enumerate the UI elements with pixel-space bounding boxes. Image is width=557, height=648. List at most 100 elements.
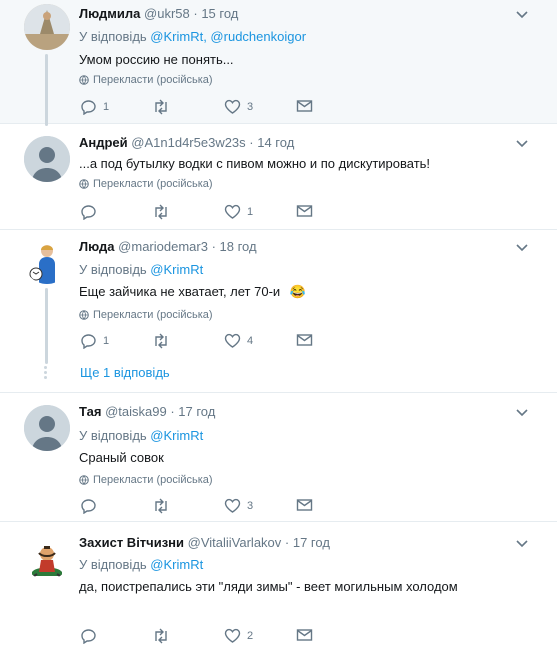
chevron-down-icon[interactable] [515, 241, 529, 255]
avatar[interactable] [24, 534, 70, 580]
user-handle[interactable]: @A1n1d4r5e3w23s [131, 135, 245, 150]
tweet[interactable]: Людмила @ukr58 · 15 год У відповідь @Kri… [0, 0, 557, 126]
avatar[interactable] [24, 136, 70, 182]
avatar[interactable] [24, 4, 70, 50]
tweet-header: Тая @taiska99 · 17 год [79, 404, 215, 419]
translate-label: Перекласти (російська) [93, 178, 213, 190]
timestamp[interactable]: · 17 год [285, 535, 330, 550]
reply-to-link[interactable]: @KrimRt, @rudchenkoigor [150, 29, 306, 44]
heart-icon [224, 498, 241, 513]
tweet-header: Андрей @A1n1d4r5e3w23s · 14 год [79, 135, 294, 150]
like-button[interactable]: 4 [224, 333, 253, 349]
reply-to: У відповідь @KrimRt [79, 262, 203, 277]
reply-prefix: У відповідь [79, 262, 151, 277]
translate-link[interactable]: Перекласти (російська) [79, 178, 213, 190]
retweet-button[interactable] [152, 99, 176, 115]
chevron-down-icon[interactable] [515, 537, 529, 551]
message-button[interactable] [296, 498, 313, 512]
chevron-down-icon[interactable] [515, 8, 529, 22]
reply-to-link[interactable]: @KrimRt [150, 557, 203, 572]
reply-count: 1 [103, 101, 110, 113]
message-button[interactable] [296, 628, 313, 642]
retweet-button[interactable] [152, 628, 176, 644]
reply-button[interactable]: 1 [80, 333, 109, 349]
display-name[interactable]: Захист Вітчизни [79, 535, 184, 550]
timestamp[interactable]: · 17 год [170, 404, 215, 419]
like-button[interactable]: 2 [224, 628, 253, 644]
envelope-icon [296, 334, 313, 346]
display-name[interactable]: Людмила [79, 6, 140, 21]
reply-prefix: У відповідь [79, 29, 151, 44]
translate-link[interactable]: Перекласти (російська) [79, 309, 213, 321]
translate-label: Перекласти (російська) [93, 74, 213, 86]
like-count: 3 [247, 500, 254, 512]
reply-icon [81, 100, 96, 115]
chevron-down-icon[interactable] [515, 406, 529, 420]
retweet-button[interactable] [152, 498, 176, 514]
avatar[interactable] [24, 238, 70, 284]
chevron-down-icon[interactable] [515, 137, 529, 151]
tweet[interactable]: Захист Вітчизни @VitaliiVarlakov · 17 го… [0, 522, 557, 647]
display-name[interactable]: Люда [79, 239, 115, 254]
like-count: 4 [247, 335, 254, 347]
tweet[interactable]: Андрей @A1n1d4r5e3w23s · 14 год ...а под… [0, 124, 557, 230]
user-handle[interactable]: @ukr58 [144, 6, 190, 21]
tweet[interactable]: Тая @taiska99 · 17 год У відповідь @Krim… [0, 393, 557, 522]
user-handle[interactable]: @VitaliiVarlakov [188, 535, 282, 550]
translate-label: Перекласти (російська) [93, 309, 213, 321]
tweet[interactable]: Люда @mariodemar3 · 18 год У відповідь @… [0, 230, 557, 393]
display-name[interactable]: Тая [79, 404, 101, 419]
heart-icon [224, 204, 241, 219]
retweet-icon [155, 99, 167, 115]
globe-icon [79, 179, 89, 189]
message-button[interactable] [296, 333, 313, 347]
tweet-text: Еще зайчика не хватает, лет 70-и [79, 284, 281, 299]
reply-icon [81, 334, 96, 349]
avatar[interactable] [24, 405, 70, 451]
user-handle[interactable]: @taiska99 [105, 404, 167, 419]
reply-prefix: У відповідь [79, 428, 151, 443]
envelope-icon [296, 205, 313, 217]
timestamp[interactable]: · 14 год [249, 135, 294, 150]
heart-icon [224, 628, 241, 643]
heart-icon [224, 333, 241, 348]
reply-button[interactable] [80, 498, 103, 514]
tweet-text: Сраный совок [79, 450, 164, 465]
like-button[interactable]: 1 [224, 204, 253, 220]
envelope-icon [296, 100, 313, 112]
globe-icon [79, 475, 89, 485]
reply-to: У відповідь @KrimRt [79, 557, 203, 572]
tweet-header: Люда @mariodemar3 · 18 год [79, 239, 257, 254]
tweet-header: Захист Вітчизни @VitaliiVarlakov · 17 го… [79, 535, 330, 550]
translate-link[interactable]: Перекласти (російська) [79, 474, 213, 486]
heart-icon [224, 99, 241, 114]
retweet-icon [155, 628, 167, 644]
like-count: 3 [247, 101, 254, 113]
reply-to-link[interactable]: @KrimRt [150, 262, 203, 277]
reply-to-link[interactable]: @KrimRt [150, 428, 203, 443]
reply-button[interactable] [80, 204, 103, 220]
tweet-header: Людмила @ukr58 · 15 год [79, 6, 238, 21]
timestamp[interactable]: · 18 год [212, 239, 257, 254]
timestamp[interactable]: · 15 год [193, 6, 238, 21]
like-count: 2 [247, 630, 254, 642]
reply-button[interactable]: 1 [80, 99, 109, 115]
display-name[interactable]: Андрей [79, 135, 128, 150]
message-button[interactable] [296, 99, 313, 113]
retweet-button[interactable] [152, 204, 176, 220]
reply-icon [81, 629, 96, 644]
envelope-icon [296, 629, 313, 641]
like-button[interactable]: 3 [224, 498, 253, 514]
user-handle[interactable]: @mariodemar3 [118, 239, 208, 254]
thread-line [45, 288, 48, 364]
retweet-button[interactable] [152, 333, 176, 349]
tweet-text-row: Еще зайчика не хватает, лет 70-и 😂 [79, 284, 306, 300]
translate-link[interactable]: Перекласти (російська) [79, 74, 213, 86]
laughing-emoji: 😂 [289, 284, 306, 299]
show-more-replies-link[interactable]: Ще 1 відповідь [80, 365, 170, 380]
retweet-icon [155, 204, 167, 220]
message-button[interactable] [296, 204, 313, 218]
like-button[interactable]: 3 [224, 99, 253, 115]
reply-button[interactable] [80, 628, 103, 644]
globe-icon [79, 75, 89, 85]
